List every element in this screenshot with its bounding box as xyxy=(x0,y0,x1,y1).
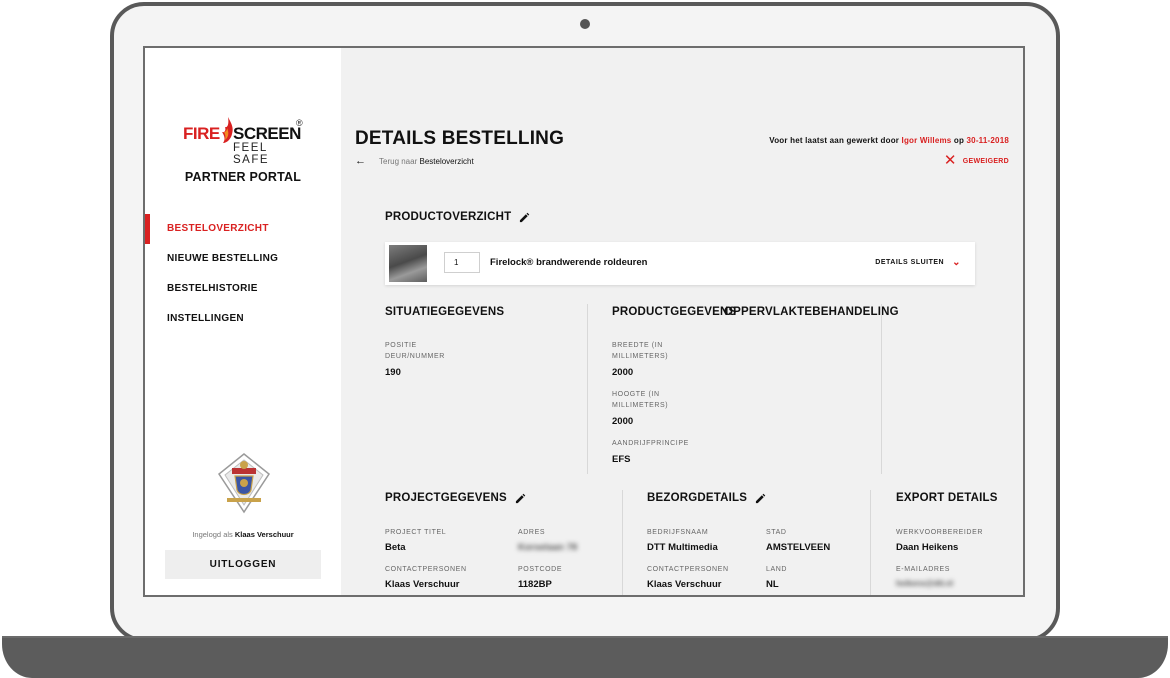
camera-dot xyxy=(580,19,590,29)
situation-heading: SITUATIEGEGEVENS xyxy=(385,306,504,318)
product-overview-heading: PRODUCTOVERZICHT xyxy=(385,211,530,223)
field-label-email: E-MAILADRES xyxy=(896,566,951,573)
quantity-input[interactable] xyxy=(444,252,480,273)
project-title: PROJECTGEGEVENS xyxy=(385,492,507,504)
field-value-drive: EFS xyxy=(612,454,631,465)
logo-fire-text: FIRE xyxy=(183,124,220,143)
field-label-width: BREEDTE (IN MILLIMETERS) xyxy=(612,342,669,360)
delivery-heading: BEZORGDETAILS xyxy=(647,492,766,504)
product-row: Firelock® brandwerende roldeuren DETAILS… xyxy=(385,242,975,285)
field-label-delivery-contacts: CONTACTPERSONEN xyxy=(647,566,729,573)
screen: FIRE SCREEN ® FEEL SAFE PARTNER PORTAL B… xyxy=(143,46,1025,597)
pencil-icon[interactable] xyxy=(519,212,530,223)
last-edited-info: Voor het laatst aan gewerkt door Igor Wi… xyxy=(769,136,1009,145)
export-title: EXPORT DETAILS xyxy=(896,492,998,504)
close-icon: ✕ xyxy=(943,152,957,169)
product-overview-title: PRODUCTOVERZICHT xyxy=(385,211,512,223)
status-badge: ✕ GEWEIGERD xyxy=(943,152,1009,169)
surface-heading: OPPERVLAKTEBEHANDELING xyxy=(724,306,899,318)
field-value-planner: Daan Heikens xyxy=(896,542,959,553)
logged-in-text: Ingelogd als Klaas Verschuur xyxy=(145,530,341,539)
nav-item-instellingen[interactable]: INSTELLINGEN xyxy=(145,304,341,334)
field-label-address: ADRES xyxy=(518,529,546,536)
field-value-contacts: Klaas Verschuur xyxy=(385,579,460,590)
field-value-city: AMSTELVEEN xyxy=(766,542,831,553)
field-value-postcode: 1182BP xyxy=(518,579,552,590)
last-edit-date: 30-11-2018 xyxy=(966,136,1009,145)
breadcrumb-prefix: Terug naar xyxy=(379,157,418,166)
product-data-title: PRODUCTGEGEVENS xyxy=(612,306,737,318)
status-label: GEWEIGERD xyxy=(962,157,1009,165)
field-value-delivery-contacts: Klaas Verschuur xyxy=(647,579,722,590)
portal-title: PARTNER PORTAL xyxy=(184,170,302,184)
details-toggle-label: DETAILS SLUITEN xyxy=(875,259,945,266)
divider xyxy=(870,490,871,595)
field-value-email: heikens@dtt.nl xyxy=(896,579,954,588)
field-label-company: BEDRIJFSNAAM xyxy=(647,529,709,536)
field-value-address: Korselaan 78 xyxy=(518,542,578,553)
field-value-country: NL xyxy=(766,579,779,590)
breadcrumb: Terug naar Besteloverzicht xyxy=(379,157,474,166)
field-label-contacts: CONTACTPERSONEN xyxy=(385,566,467,573)
field-value-position: 190 xyxy=(385,367,401,378)
product-data-heading: PRODUCTGEGEVENS xyxy=(612,306,736,318)
export-heading: EXPORT DETAILS xyxy=(896,492,998,504)
field-value-width: 2000 xyxy=(612,367,634,378)
page-title: DETAILS BESTELLING xyxy=(355,128,565,149)
divider xyxy=(587,304,588,474)
laptop-base xyxy=(2,638,1168,678)
logo-screen-text: SCREEN xyxy=(233,124,301,143)
last-edit-mid: op xyxy=(953,136,965,145)
divider xyxy=(622,490,623,595)
field-label-position: POSITIE DEUR/NUMMER xyxy=(385,342,445,360)
field-value-project-title: Beta xyxy=(385,542,406,553)
logged-in-user: Klaas Verschuur xyxy=(234,530,294,539)
field-label-height: HOOGTE (IN MILLIMETERS) xyxy=(612,391,669,409)
surface-title: OPPERVLAKTEBEHANDELING xyxy=(724,306,899,318)
pencil-icon[interactable] xyxy=(755,493,766,504)
nav-item-besteloverzicht[interactable]: BESTELOVERZICHT xyxy=(145,214,341,244)
project-heading: PROJECTGEGEVENS xyxy=(385,492,526,504)
back-to-overview-link[interactable]: Besteloverzicht xyxy=(419,157,473,166)
last-edit-prefix: Voor het laatst aan gewerkt door xyxy=(769,136,900,145)
logout-button[interactable]: UITLOGGEN xyxy=(165,550,321,579)
field-label-city: STAD xyxy=(766,529,787,536)
chevron-down-icon: ⌄ xyxy=(952,257,961,268)
crest-icon xyxy=(217,453,271,514)
field-value-company: DTT Multimedia xyxy=(647,542,718,553)
product-thumbnail xyxy=(389,245,427,282)
field-label-drive: AANDRIJFPRINCIPE xyxy=(612,440,689,447)
logo-tagline: FEEL SAFE xyxy=(233,142,270,166)
sidebar-nav: BESTELOVERZICHT NIEUWE BESTELLING BESTEL… xyxy=(145,214,341,334)
field-value-height: 2000 xyxy=(612,416,634,427)
last-edit-user: Igor Willems xyxy=(901,136,952,145)
pencil-icon[interactable] xyxy=(515,493,526,504)
nav-item-nieuwe-bestelling[interactable]: NIEUWE BESTELLING xyxy=(145,244,341,274)
main-content: DETAILS BESTELLING ← Terug naar Bestelov… xyxy=(341,48,1023,595)
field-label-project-title: PROJECT TITEL xyxy=(385,529,447,536)
logo-registered: ® xyxy=(296,118,303,128)
back-arrow-icon[interactable]: ← xyxy=(355,155,366,167)
situation-title: SITUATIEGEGEVENS xyxy=(385,306,505,318)
product-name: Firelock® brandwerende roldeuren xyxy=(490,257,648,268)
divider xyxy=(881,304,882,474)
delivery-title: BEZORGDETAILS xyxy=(647,492,748,504)
logged-in-prefix: Ingelogd als xyxy=(192,530,233,539)
field-label-postcode: POSTCODE xyxy=(518,566,563,573)
field-label-country: LAND xyxy=(766,566,788,573)
field-label-planner: WERKVOORBEREIDER xyxy=(896,529,983,536)
sidebar: FIRE SCREEN ® FEEL SAFE PARTNER PORTAL B… xyxy=(145,48,341,595)
firescreen-logo[interactable]: FIRE SCREEN ® FEEL SAFE xyxy=(183,116,305,166)
nav-item-bestelhistorie[interactable]: BESTELHISTORIE xyxy=(145,274,341,304)
details-toggle-button[interactable]: DETAILS SLUITEN ⌄ xyxy=(875,257,961,268)
